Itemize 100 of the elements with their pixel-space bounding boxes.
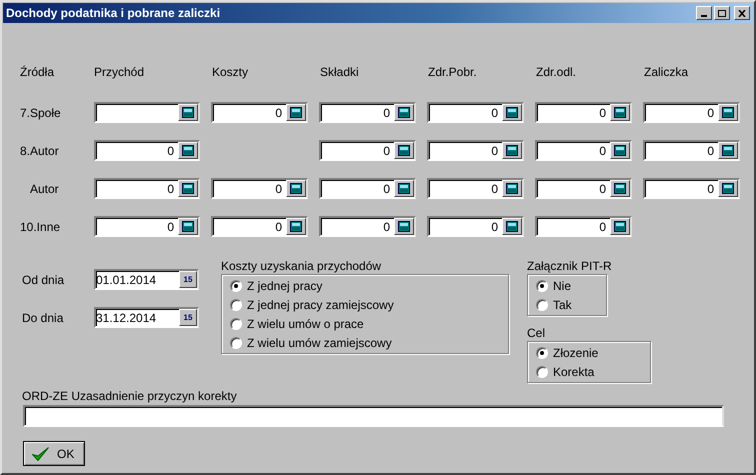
group-title: Koszty uzyskania przychodów (221, 259, 382, 273)
group-title: Cel (527, 326, 546, 340)
calculator-button[interactable] (502, 180, 522, 197)
number-field[interactable]: 0 (319, 140, 416, 161)
row-label: Autor (29, 180, 60, 198)
number-field[interactable]: 0 (427, 140, 524, 161)
justification-field[interactable] (23, 405, 724, 427)
radio-button[interactable] (230, 298, 242, 310)
calculator-icon (398, 107, 410, 118)
radio-label: Tak (553, 296, 572, 314)
number-field[interactable]: 0 (427, 178, 524, 199)
calculator-icon (506, 145, 518, 156)
date-field[interactable]: 01.01.2014 15 (94, 269, 199, 290)
minimize-button[interactable] (696, 6, 712, 20)
number-field[interactable]: 0 (643, 102, 740, 123)
calendar-button[interactable]: 15 (179, 271, 197, 288)
number-field[interactable]: 0 (211, 178, 308, 199)
calculator-button[interactable] (502, 142, 522, 159)
calculator-button[interactable] (286, 218, 306, 235)
radio-label: Z wielu umów zamiejscowy (247, 334, 392, 352)
calculator-button[interactable] (610, 142, 630, 159)
calculator-button[interactable] (610, 104, 630, 121)
radio-label: Złozenie (553, 344, 598, 362)
number-field[interactable]: 0 (94, 140, 200, 161)
number-field[interactable]: 0 (319, 178, 416, 199)
calculator-icon (290, 107, 302, 118)
column-header: Zaliczka (644, 64, 690, 81)
calculator-icon (506, 183, 518, 194)
radio-label: Z jednej pracy (247, 278, 322, 294)
row-label: 8.Autor (20, 142, 60, 160)
calculator-icon (614, 183, 626, 194)
close-icon (738, 10, 746, 16)
radio-label: Nie (553, 278, 572, 294)
close-button[interactable] (734, 6, 750, 20)
calculator-button[interactable] (502, 218, 522, 235)
calculator-icon (506, 107, 518, 118)
column-header: Składki (320, 64, 360, 81)
number-field[interactable]: 0 (94, 216, 200, 237)
number-field[interactable]: 0 (535, 140, 632, 161)
calculator-button[interactable] (394, 218, 414, 235)
column-header: Koszty (212, 64, 250, 81)
maximize-icon (718, 10, 726, 16)
radio-button[interactable] (536, 280, 548, 292)
calculator-icon (614, 221, 626, 232)
number-field[interactable]: 0 (211, 216, 308, 237)
number-field[interactable]: 0 (643, 178, 740, 199)
row-label: 10.Inne (20, 218, 62, 236)
calculator-icon (722, 183, 734, 194)
number-field[interactable]: 0 (94, 178, 200, 199)
calculator-icon (290, 183, 302, 194)
row-label: 7.Społe (20, 104, 62, 122)
date-label: Od dnia (21, 272, 66, 288)
calculator-button[interactable] (178, 180, 198, 197)
ok-button[interactable]: OK (23, 441, 85, 466)
radio-label: Z jednej pracy zamiejscowy (247, 296, 394, 314)
calculator-button[interactable] (394, 180, 414, 197)
radio-button[interactable] (536, 366, 548, 378)
calculator-button[interactable] (394, 104, 414, 121)
column-header: Zdr.Pobr. (428, 64, 478, 81)
radio-button[interactable] (536, 346, 548, 358)
number-field[interactable]: 0 (427, 216, 524, 237)
number-field[interactable]: 0 (319, 102, 416, 123)
calculator-button[interactable] (286, 104, 306, 121)
calculator-icon (182, 183, 194, 194)
radio-label: Korekta (553, 364, 594, 380)
date-label: Do dnia (21, 310, 64, 326)
calculator-icon (398, 183, 410, 194)
radio-button[interactable] (230, 280, 242, 292)
column-header: Przychód (94, 64, 146, 81)
calculator-button[interactable] (178, 142, 198, 159)
field-label: ORD-ZE Uzasadnienie przyczyn korekty (21, 389, 238, 403)
number-field[interactable]: 0 (427, 102, 524, 123)
number-field[interactable]: 0 (535, 216, 632, 237)
maximize-button[interactable] (714, 6, 730, 20)
calculator-button[interactable] (610, 180, 630, 197)
radio-button[interactable] (230, 336, 242, 348)
number-field[interactable]: 0 (535, 102, 632, 123)
calculator-button[interactable] (394, 142, 414, 159)
calculator-button[interactable] (502, 104, 522, 121)
calculator-button[interactable] (718, 142, 738, 159)
calculator-icon (182, 221, 194, 232)
calculator-button[interactable] (718, 180, 738, 197)
calculator-button[interactable] (178, 104, 198, 121)
calendar-button[interactable]: 15 (179, 309, 197, 326)
calculator-icon (290, 221, 302, 232)
calculator-button[interactable] (178, 218, 198, 235)
number-field[interactable]: 0 (643, 140, 740, 161)
number-field[interactable]: 0 (211, 102, 308, 123)
date-field[interactable]: 31.12.2014 15 (94, 307, 199, 328)
column-header: Zdr.odl. (536, 64, 578, 81)
radio-button[interactable] (536, 298, 548, 310)
calculator-icon (182, 107, 194, 118)
calculator-icon (614, 107, 626, 118)
radio-button[interactable] (230, 318, 242, 330)
calculator-button[interactable] (286, 180, 306, 197)
calculator-button[interactable] (610, 218, 630, 235)
calculator-button[interactable] (718, 104, 738, 121)
number-field[interactable]: 0 (319, 216, 416, 237)
number-field[interactable]: 0 (535, 178, 632, 199)
number-field[interactable] (94, 102, 200, 123)
